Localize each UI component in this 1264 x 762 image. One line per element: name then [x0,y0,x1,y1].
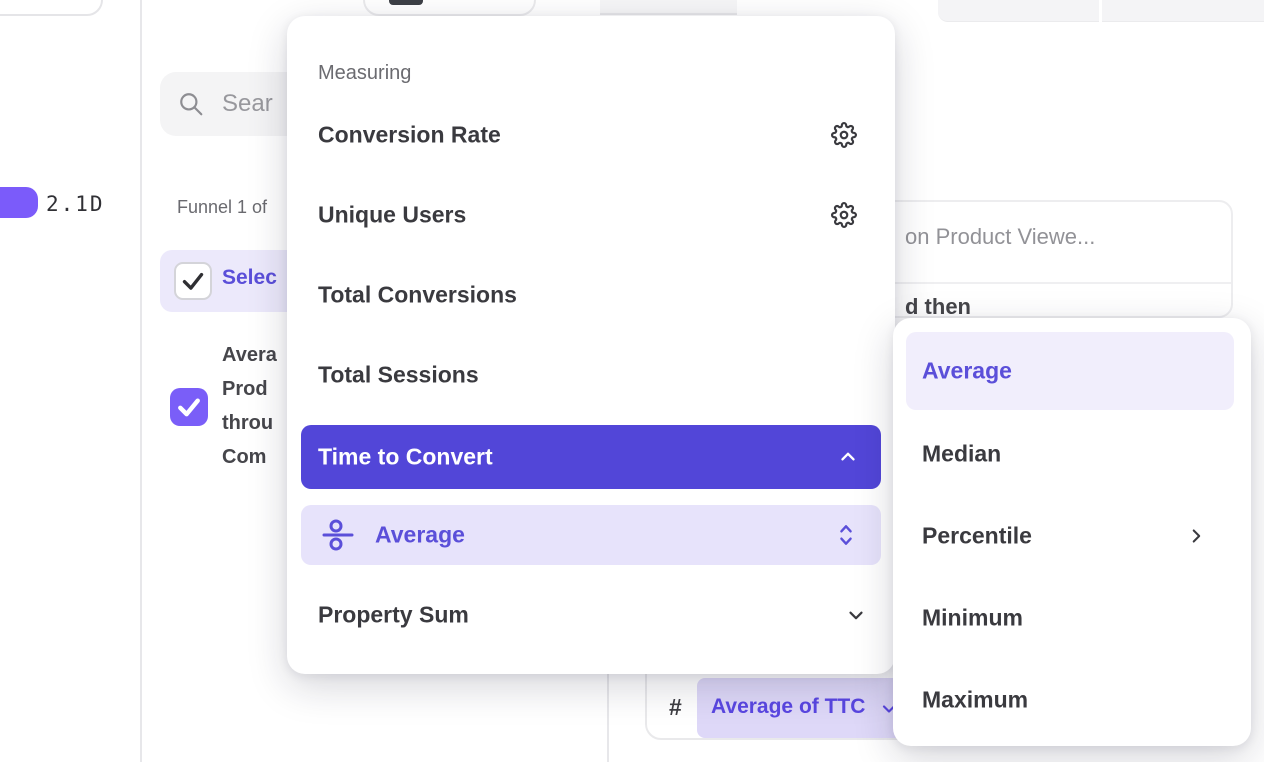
funnel-count-label: Funnel 1 of [177,197,267,218]
header-segment [600,0,737,15]
step-event-label[interactable]: on Product Viewe... [905,224,1095,250]
metric-type-symbol: # [669,694,682,721]
chevron-up-icon [837,446,859,468]
chevron-right-icon [1185,525,1207,547]
select-all-row[interactable]: Selec [160,250,302,312]
menu-item-total-conversions[interactable]: Total Conversions [287,255,895,335]
select-all-label: Selec [222,266,277,290]
menu-item-time-to-convert[interactable]: Time to Convert [301,425,881,489]
average-icon [321,518,355,552]
agg-item-label: Maximum [922,687,1028,714]
menu-item-label: Property Sum [318,602,469,629]
menu-item-label: Unique Users [318,202,466,229]
agg-item-label: Average [922,358,1012,385]
top-left-card [0,0,103,16]
header-tab-right[interactable] [1102,0,1264,22]
menu-item-property-sum[interactable]: Property Sum [287,575,895,655]
agg-item-minimum[interactable]: Minimum [893,578,1251,658]
step-then-label: d then [905,294,971,320]
agg-item-average[interactable]: Average [906,332,1234,410]
agg-item-median[interactable]: Median [893,414,1251,494]
menu-item-label: Average [375,522,465,549]
aggregation-menu: Average Median Percentile Minimum Maximu… [893,318,1251,746]
agg-item-percentile[interactable]: Percentile [893,496,1251,576]
search-placeholder: Sear [222,90,273,118]
agg-item-label: Median [922,441,1001,468]
gear-icon[interactable] [831,202,857,228]
series-color-badge [0,187,38,218]
agg-item-label: Percentile [922,523,1032,550]
measuring-menu: Measuring Conversion Rate Unique Users T… [287,16,895,674]
menu-item-conversion-rate[interactable]: Conversion Rate [287,95,895,175]
gear-icon[interactable] [831,122,857,148]
menu-item-label: Time to Convert [318,444,493,471]
chevron-up-down-icon [835,522,857,548]
menu-item-label: Conversion Rate [318,122,501,149]
search-icon [178,91,204,117]
funnel-item-line: Avera [222,338,294,372]
menu-item-label: Total Sessions [318,362,479,389]
funnel-item-line: Prod [222,372,294,406]
app-screen: 2.1D Sear Funnel 1 of Selec Avera Prod t… [0,0,1264,762]
agg-item-label: Minimum [922,605,1023,632]
menu-item-label: Total Conversions [318,282,517,309]
toolbar-button[interactable] [363,0,536,16]
funnel-item-checkbox[interactable] [170,388,208,426]
funnel-item-line: Com [222,440,294,474]
funnel-item-description: Avera Prod throu Com [222,338,294,474]
header-tab-left[interactable] [938,0,1099,22]
menu-subitem-average[interactable]: Average [301,505,881,565]
menu-item-total-sessions[interactable]: Total Sessions [287,335,895,415]
left-pane-divider [140,0,142,762]
chevron-down-icon [845,604,867,626]
funnel-item-line: throu [222,406,294,440]
agg-item-maximum[interactable]: Maximum [893,660,1251,740]
series-badge-label: 2.1D [46,192,105,216]
select-all-checkbox[interactable] [174,262,212,300]
toolbar-button-icon [389,0,423,5]
measuring-menu-title: Measuring [318,62,411,85]
metric-dropdown-label: Average of TTC [711,695,865,719]
menu-item-unique-users[interactable]: Unique Users [287,175,895,255]
